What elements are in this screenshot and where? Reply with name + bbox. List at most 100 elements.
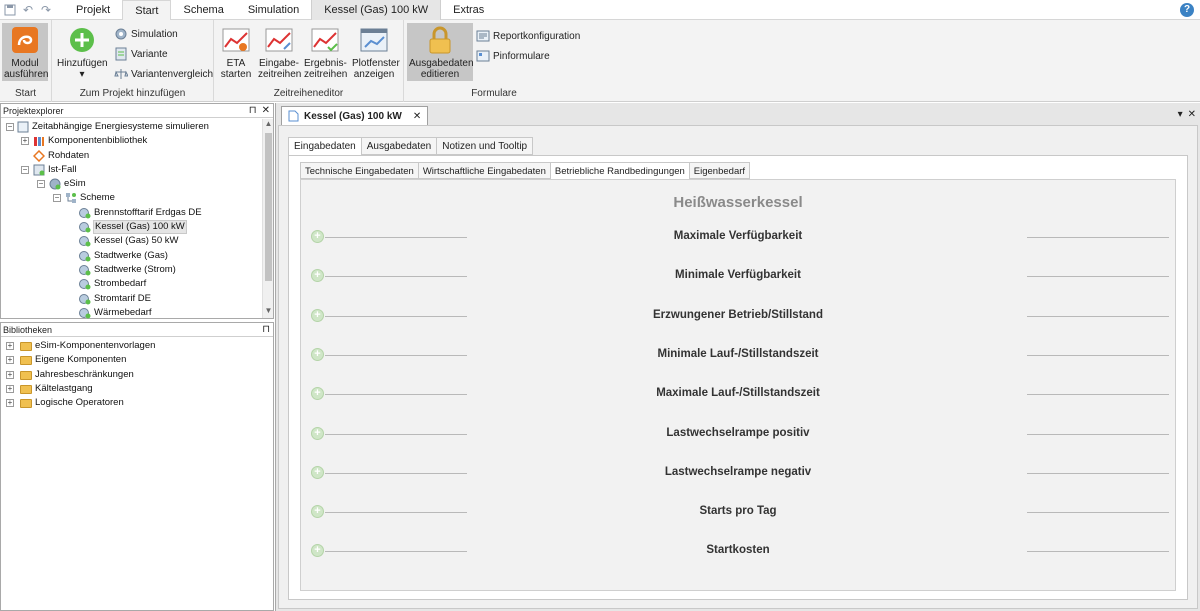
- section-title[interactable]: Lastwechselrampe positiv: [301, 427, 1175, 439]
- scroll-thumb[interactable]: [265, 133, 272, 281]
- tree-item[interactable]: − eSim: [1, 177, 273, 191]
- tree-item[interactable]: + Logische Operatoren: [1, 396, 273, 410]
- section-row: + Minimale Lauf-/Stillstandszeit: [301, 345, 1175, 365]
- divider: [1027, 354, 1169, 356]
- scroll-down-icon[interactable]: ▼: [263, 306, 274, 318]
- eingabedaten-panel: Technische Eingabedaten Wirtschaftliche …: [288, 155, 1188, 600]
- plot-label: Plotfenster anzeigen: [352, 58, 400, 80]
- close-tab-icon[interactable]: ✕: [413, 111, 421, 122]
- simulation-label: Simulation: [131, 28, 178, 40]
- expand-icon[interactable]: +: [21, 137, 29, 146]
- subtab-eigenbedarf[interactable]: Eigenbedarf: [688, 162, 751, 179]
- subtab-betriebliche[interactable]: Betriebliche Randbedingungen: [549, 162, 690, 180]
- save-icon[interactable]: [2, 2, 18, 18]
- redo-icon[interactable]: ↷: [38, 2, 54, 18]
- eta-starten-button[interactable]: ETA starten: [217, 23, 255, 82]
- tree-item[interactable]: − Ist-Fall: [1, 163, 273, 177]
- section-row: + Startkosten: [301, 541, 1175, 561]
- close-icon[interactable]: ✕: [1188, 109, 1196, 120]
- close-icon[interactable]: ✕: [262, 104, 270, 118]
- section-row: + Erzwungener Betrieb/Stillstand: [301, 306, 1175, 326]
- section-title[interactable]: Erzwungener Betrieb/Stillstand: [301, 309, 1175, 321]
- tree-item[interactable]: Rohdaten: [1, 149, 273, 163]
- collapse-icon[interactable]: −: [37, 180, 45, 189]
- eingabezeitreihen-button[interactable]: Eingabe-zeitreihen: [256, 23, 302, 82]
- component-icon: [79, 293, 91, 305]
- folder-icon: [20, 370, 32, 380]
- section-title[interactable]: Starts pro Tag: [301, 505, 1175, 517]
- tree-item[interactable]: Brennstofftarif Erdgas DE: [1, 206, 273, 220]
- bibliotheken-header: Bibliotheken ⊓: [1, 323, 273, 337]
- tab-simulation[interactable]: Simulation: [236, 0, 311, 20]
- variante-button[interactable]: Variante: [114, 45, 168, 63]
- ribbon-group-start: Modul ausführen Start: [0, 20, 52, 102]
- divider: [1027, 551, 1169, 553]
- tree-item[interactable]: Strombedarf: [1, 277, 273, 291]
- tab-extras[interactable]: Extras: [441, 0, 496, 20]
- tree-item[interactable]: − Zeitabhängige Energiesysteme simulieren: [1, 120, 273, 134]
- pin-icon[interactable]: ⊓: [262, 323, 270, 337]
- folder-icon: [20, 342, 32, 351]
- folder-icon: [20, 399, 32, 409]
- ausgabedaten-editieren-button[interactable]: Ausgabedaten editieren: [407, 23, 474, 81]
- tab-notizen[interactable]: Notizen und Tooltip: [436, 137, 534, 155]
- expand-icon[interactable]: +: [6, 356, 14, 365]
- help-icon[interactable]: ?: [1180, 3, 1194, 17]
- section-title[interactable]: Maximale Verfügbarkeit: [301, 230, 1175, 242]
- tree-item[interactable]: Wärmebedarf: [1, 306, 273, 320]
- subtab-technische[interactable]: Technische Eingabedaten: [300, 162, 419, 179]
- section-title[interactable]: Minimale Verfügbarkeit: [301, 269, 1175, 281]
- tree-item[interactable]: + Jahresbeschränkungen: [1, 368, 273, 382]
- section-row: + Lastwechselrampe negativ: [301, 463, 1175, 483]
- tree-item[interactable]: Stadtwerke (Strom): [1, 263, 273, 277]
- tree-item[interactable]: + Komponentenbibliothek: [1, 134, 273, 148]
- document-tab[interactable]: Kessel (Gas) 100 kW ✕: [281, 106, 429, 125]
- dropdown-arrow-icon: ▾: [79, 69, 85, 80]
- section-title[interactable]: Lastwechselrampe negativ: [301, 466, 1175, 478]
- collapse-icon[interactable]: −: [21, 165, 29, 174]
- tab-start[interactable]: Start: [122, 0, 172, 21]
- modul-ausfuehren-button[interactable]: Modul ausführen: [2, 23, 48, 81]
- tab-schema[interactable]: Schema: [171, 0, 235, 20]
- hinzufuegen-button[interactable]: Hinzufügen ▾: [55, 23, 109, 82]
- projektexplorer-scrollbar[interactable]: ▲ ▼: [262, 119, 273, 318]
- dropdown-icon[interactable]: ▾: [1178, 109, 1183, 120]
- add-circle-icon: [70, 28, 94, 52]
- collapse-icon[interactable]: −: [6, 123, 14, 131]
- plotfenster-button[interactable]: Plotfenster anzeigen: [350, 23, 400, 82]
- scroll-up-icon[interactable]: ▲: [263, 119, 274, 131]
- tree-item[interactable]: − Scheme: [1, 191, 273, 205]
- collapse-icon[interactable]: −: [53, 194, 61, 203]
- tree-item[interactable]: Stadtwerke (Gas): [1, 249, 273, 263]
- expand-icon[interactable]: +: [6, 384, 14, 393]
- simulation-button[interactable]: Simulation: [114, 25, 178, 43]
- tree-item[interactable]: + Kältelastgang: [1, 382, 273, 396]
- section-title[interactable]: Startkosten: [301, 544, 1175, 556]
- divider: [1027, 512, 1169, 514]
- tab-kessel[interactable]: Kessel (Gas) 100 kW: [311, 0, 442, 20]
- expand-icon[interactable]: +: [6, 370, 14, 379]
- variantenvergleich-button[interactable]: Variantenvergleich: [114, 65, 213, 83]
- expand-icon[interactable]: +: [6, 342, 14, 350]
- projektexplorer-title: Projektexplorer: [3, 106, 64, 116]
- undo-icon[interactable]: ↶: [20, 2, 36, 18]
- section-title[interactable]: Minimale Lauf-/Stillstandszeit: [301, 348, 1175, 360]
- tree-item[interactable]: Kessel (Gas) 50 kW: [1, 234, 273, 248]
- reportkonfiguration-button[interactable]: Reportkonfiguration: [476, 27, 580, 45]
- tab-projekt[interactable]: Projekt: [64, 0, 122, 20]
- expand-icon[interactable]: +: [6, 399, 14, 408]
- section-title[interactable]: Maximale Lauf-/Stillstandszeit: [301, 387, 1175, 399]
- tree-item[interactable]: + Eigene Komponenten: [1, 353, 273, 367]
- tab-ausgabedaten[interactable]: Ausgabedaten: [360, 137, 438, 155]
- tree-item-selected[interactable]: Kessel (Gas) 100 kW: [1, 220, 273, 235]
- tab-eingabedaten[interactable]: Eingabedaten: [288, 137, 362, 156]
- pin-icon[interactable]: ⊓: [249, 104, 257, 118]
- ergebniszeitreihen-button[interactable]: Ergebnis-zeitreihen: [302, 23, 348, 82]
- subtab-wirtschaftliche[interactable]: Wirtschaftliche Eingabedaten: [417, 162, 551, 179]
- tree-item[interactable]: + eSim-Komponentenvorlagen: [1, 339, 273, 353]
- ribbon-group-projekt: Hinzufügen ▾ Simulation Variante Variante…: [52, 20, 214, 102]
- tree-item[interactable]: Stromtarif DE: [1, 292, 273, 306]
- pinformulare-button[interactable]: Pinformulare: [476, 47, 550, 65]
- projektexplorer-panel: Projektexplorer ⊓ ✕ − Zeitabhängige Energi…: [0, 103, 274, 319]
- main-tabs: Eingabedaten Ausgabedaten Notizen und To…: [288, 137, 534, 156]
